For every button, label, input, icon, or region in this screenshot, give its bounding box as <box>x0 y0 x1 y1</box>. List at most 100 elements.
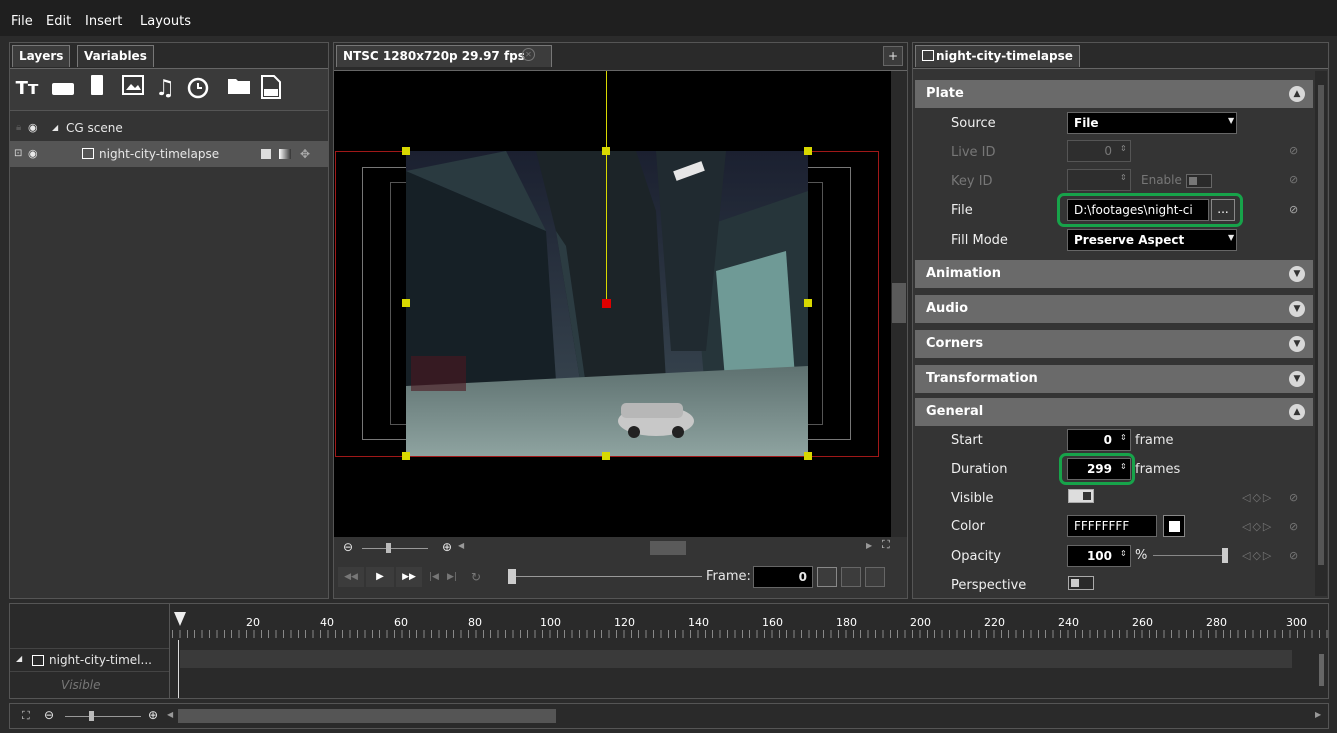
handle-bottom-left[interactable] <box>402 452 410 460</box>
preview-canvas[interactable] <box>334 71 891 537</box>
roll-layer-icon[interactable] <box>84 75 110 103</box>
keyframe-nav-icon[interactable]: ◁◇▷ <box>1242 549 1273 562</box>
audio-layer-icon[interactable]: ♫ <box>152 75 178 103</box>
tab-viewport[interactable]: NTSC 1280x720p 29.97 fps <box>336 45 552 67</box>
spinner-icon[interactable]: ⇕ <box>1120 144 1127 153</box>
zoom-in-icon[interactable]: ⊕ <box>148 708 158 722</box>
playhead-marker[interactable] <box>174 612 186 626</box>
zoom-out-icon[interactable]: ⊖ <box>343 540 353 554</box>
clock-layer-icon[interactable] <box>185 75 211 103</box>
blend-icon[interactable] <box>279 149 291 159</box>
timeline-zoom-slider[interactable] <box>65 716 141 717</box>
handle-top[interactable] <box>602 147 610 155</box>
scroll-right-icon[interactable]: ▶ <box>1315 710 1321 719</box>
expand-arrow-icon[interactable]: ◢ <box>52 115 58 141</box>
zoom-slider-thumb[interactable] <box>386 543 391 553</box>
properties-scrollbar[interactable] <box>1315 71 1327 596</box>
handle-bottom-right[interactable] <box>804 452 812 460</box>
zoom-slider[interactable] <box>362 548 428 549</box>
monitor-icon[interactable] <box>817 567 837 587</box>
section-general[interactable]: General ▲ <box>915 398 1313 426</box>
tab-properties[interactable]: night-city-timelapse <box>915 45 1080 67</box>
scroll-thumb[interactable] <box>892 283 906 323</box>
spinner-icon[interactable]: ⇕ <box>1120 433 1127 442</box>
loop-button[interactable]: ↻ <box>466 567 486 587</box>
section-audio[interactable]: Audio ▼ <box>915 295 1313 323</box>
spinner-icon[interactable]: ⇕ <box>1120 549 1127 558</box>
expand-icon[interactable]: ▼ <box>1289 371 1305 387</box>
next-frame-button[interactable]: ▶| <box>444 567 460 587</box>
perspective-toggle[interactable] <box>1068 576 1094 590</box>
playback-slider[interactable] <box>508 576 702 577</box>
link-icon[interactable]: ⊘ <box>1289 491 1298 504</box>
zoom-in-icon[interactable]: ⊕ <box>442 540 452 554</box>
scroll-thumb[interactable] <box>1319 654 1324 686</box>
fill-mode-select[interactable]: Preserve Aspect <box>1067 229 1237 251</box>
link-icon[interactable]: ⊘ <box>1289 520 1298 533</box>
viewport-vertical-scrollbar[interactable] <box>891 71 907 537</box>
source-select[interactable]: File <box>1067 112 1237 134</box>
scroll-right-icon[interactable]: ▶ <box>866 541 872 550</box>
expand-icon[interactable]: ▼ <box>1289 336 1305 352</box>
timeline-zoom-thumb[interactable] <box>89 711 94 721</box>
rewind-button[interactable]: ◀◀ <box>338 567 364 587</box>
output-icon[interactable] <box>865 567 885 587</box>
fit-view-icon[interactable]: ⛶ <box>882 538 890 552</box>
collapse-icon[interactable]: ▲ <box>1289 404 1305 420</box>
add-tab-button[interactable]: + <box>883 46 903 66</box>
scroll-left-icon[interactable]: ◀ <box>167 710 173 719</box>
collapse-icon[interactable]: ▲ <box>1289 86 1305 102</box>
unlock-icon[interactable]: ⊡ <box>14 141 22 167</box>
eye-icon[interactable]: ◉ <box>28 115 38 141</box>
expand-icon[interactable]: ▼ <box>1289 266 1305 282</box>
link-icon[interactable]: ⊘ <box>1289 203 1298 216</box>
section-animation[interactable]: Animation ▼ <box>915 260 1313 288</box>
frame-input[interactable]: 0 <box>753 566 813 588</box>
folder-layer-icon[interactable] <box>226 75 252 103</box>
horizontal-scroll-thumb[interactable] <box>650 541 686 555</box>
text-layer-icon[interactable]: Tт <box>14 75 40 103</box>
opacity-slider[interactable] <box>1153 555 1227 556</box>
eye-icon[interactable]: ◉ <box>28 141 38 167</box>
enable-toggle[interactable] <box>1186 174 1212 188</box>
expand-arrow-icon[interactable]: ◢ <box>16 654 22 663</box>
spinner-icon[interactable]: ⇕ <box>1120 173 1127 182</box>
handle-bottom[interactable] <box>602 452 610 460</box>
anchor-point[interactable] <box>602 299 611 308</box>
opacity-slider-thumb[interactable] <box>1222 548 1228 563</box>
menu-insert[interactable]: Insert <box>85 14 122 29</box>
tree-row-scene[interactable]: 🔒︎ ◉ ◢ CG scene <box>10 115 328 141</box>
timeline-horizontal-thumb[interactable] <box>178 709 556 723</box>
mask-icon[interactable] <box>261 149 271 159</box>
menu-layouts[interactable]: Layouts <box>140 14 191 29</box>
scroll-thumb[interactable] <box>1318 85 1324 565</box>
handle-left[interactable] <box>402 299 410 307</box>
handle-top-right[interactable] <box>804 147 812 155</box>
handle-right[interactable] <box>804 299 812 307</box>
fit-timeline-icon[interactable]: ⛶ <box>22 709 30 723</box>
section-plate[interactable]: Plate ▲ <box>915 80 1313 108</box>
track-clip[interactable] <box>180 650 1292 668</box>
track-header[interactable]: ◢ night-city-timel... <box>10 648 169 672</box>
previous-frame-button[interactable]: |◀ <box>426 567 442 587</box>
keyframe-nav-icon[interactable]: ◁◇▷ <box>1242 491 1273 504</box>
playback-slider-thumb[interactable] <box>508 569 516 584</box>
handle-top-left[interactable] <box>402 147 410 155</box>
image-layer-icon[interactable] <box>120 75 146 103</box>
play-button[interactable]: ▶ <box>366 567 394 587</box>
color-input[interactable]: FFFFFFFF <box>1067 515 1157 537</box>
expand-icon[interactable]: ▼ <box>1289 301 1305 317</box>
link-icon[interactable]: ⊘ <box>1289 173 1298 186</box>
scroll-left-icon[interactable]: ◀ <box>458 541 464 550</box>
menu-file[interactable]: File <box>11 14 33 29</box>
fast-forward-button[interactable]: ▶▶ <box>396 567 422 587</box>
close-icon[interactable]: ✕ <box>522 48 535 61</box>
menu-edit[interactable]: Edit <box>46 14 71 29</box>
link-icon[interactable]: ⊘ <box>1289 144 1298 157</box>
timeline-vertical-scrollbar[interactable] <box>1316 644 1328 696</box>
visible-toggle[interactable] <box>1068 489 1094 503</box>
grid-view-icon[interactable] <box>841 567 861 587</box>
tab-layers[interactable]: Layers <box>12 45 71 67</box>
link-icon[interactable]: ⊘ <box>1289 549 1298 562</box>
zoom-out-icon[interactable]: ⊖ <box>44 708 54 722</box>
